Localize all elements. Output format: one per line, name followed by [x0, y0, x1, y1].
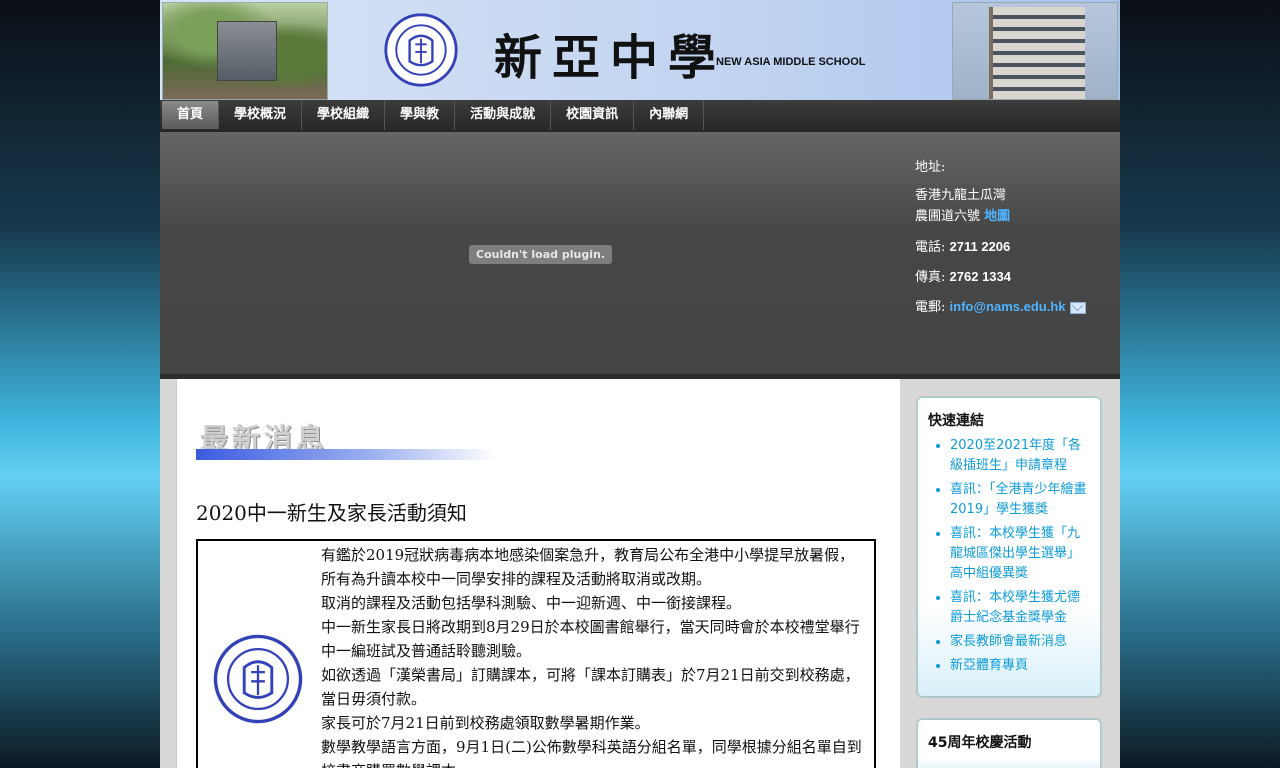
nav-item-campus-info[interactable]: 校園資訊 — [551, 100, 635, 130]
list-item: 新亞體育專頁 — [950, 656, 1090, 676]
phone-label: 電話: — [915, 240, 946, 255]
anniversary-title: 45周年校慶活動 — [928, 735, 1032, 751]
main-content: 最新消息 2020中一新生及家長活動須知 有鑑於2019冠狀病毒病本地感染個案急… — [176, 379, 900, 768]
campus-photo-left — [162, 2, 328, 100]
nav-item-activities[interactable]: 活動與成就 — [455, 100, 552, 130]
quick-link[interactable]: 新亞體育專頁 — [950, 658, 1028, 673]
anniversary-box: 45周年校慶活動 — [917, 719, 1101, 768]
post-title[interactable]: 2020中一新生及家長活動須知 — [196, 497, 467, 526]
nav-item-home[interactable]: 首頁 — [162, 101, 220, 129]
school-name-english: NEW ASIA MIDDLE SCHOOL — [716, 56, 866, 68]
address-label: 地址: — [915, 160, 946, 175]
post-paragraph: 取消的課程及活動包括學科測驗、中一迎新週、中一銜接課程。 — [321, 594, 742, 612]
post-text: 有鑑於2019冠狀病毒病本地感染個案急升，教育局公布全港中小學提早放暑假，所有為… — [321, 543, 869, 768]
list-item: 喜訊：「全港青少年繪畫2019」學生獲獎 — [950, 480, 1090, 520]
list-item: 喜訊：本校學生獲尤德爵士紀念基金獎學金 — [950, 588, 1090, 628]
school-name-chinese: 新亞中學 — [494, 30, 727, 86]
fax-number: 2762 1334 — [949, 269, 1011, 284]
address-line-2: 農圃道六號 — [915, 209, 981, 224]
section-title: 最新消息 — [196, 417, 496, 461]
post-paragraph: 中一新生家長日將改期到8月29日於本校圖書館舉行，當天同時會於本校禮堂舉行中一編… — [321, 618, 860, 660]
quick-link[interactable]: 喜訊：本校學生獲「九龍城區傑出學生選舉」高中組優異獎 — [950, 526, 1080, 581]
nav-item-intranet[interactable]: 內聯網 — [634, 100, 705, 130]
list-item: 2020至2021年度「各級插班生」申請章程 — [950, 436, 1090, 476]
list-item: 喜訊：本校學生獲「九龍城區傑出學生選舉」高中組優異獎 — [950, 524, 1090, 584]
post-paragraph: 如欲透過「漢榮書局」訂購課本，可將「課本訂購表」於7月21日前交到校務處，當日毋… — [321, 666, 860, 708]
email-link[interactable]: info@nams.edu.hk — [950, 299, 1066, 314]
post-paragraph: 數學教學語言方面，9月1日(二)公佈數學科英語分組名單，同學根據分組名單自到校書… — [321, 738, 862, 768]
post-body-box: 有鑑於2019冠狀病毒病本地感染個案急升，教育局公布全港中小學提早放暑假，所有為… — [196, 539, 876, 768]
email-label: 電郵: — [915, 300, 946, 315]
site-header: 新亞中學 NEW ASIA MIDDLE SCHOOL — [160, 0, 1120, 100]
quick-link[interactable]: 家長教師會最新消息 — [950, 634, 1067, 649]
nav-item-about[interactable]: 學校概況 — [219, 100, 303, 130]
map-link[interactable]: 地圖 — [984, 208, 1010, 223]
quick-link[interactable]: 喜訊：「全港青少年繪畫2019」學生獲獎 — [950, 482, 1087, 517]
section-title-bar — [196, 449, 496, 460]
nav-item-organization[interactable]: 學校組織 — [302, 100, 386, 130]
main-nav: 首頁 學校概況 學校組織 學與教 活動與成就 校園資訊 內聯網 — [160, 100, 1120, 132]
sidebar: 快速連結 2020至2021年度「各級插班生」申請章程 喜訊：「全港青少年繪畫2… — [917, 397, 1101, 768]
quick-links-list: 2020至2021年度「各級插班生」申請章程 喜訊：「全港青少年繪畫2019」學… — [928, 436, 1090, 676]
phone-number: 2711 2206 — [949, 239, 1011, 254]
school-crest-logo[interactable] — [382, 12, 460, 88]
list-item: 家長教師會最新消息 — [950, 632, 1090, 652]
post-paragraph: 家長可於7月21日前到校務處領取數學暑期作業。 — [321, 714, 650, 732]
contact-info: 地址: 香港九龍土瓜灣 農圃道六號 地圖 電話: 2711 2206 傳真: 2… — [915, 158, 1086, 318]
banner-area: Couldn't load plugin. 地址: 香港九龍土瓜灣 農圃道六號 … — [160, 132, 1120, 374]
nav-item-learning[interactable]: 學與教 — [385, 100, 456, 130]
school-crest-logo-post — [213, 634, 303, 724]
address-line-1: 香港九龍土瓜灣 — [915, 188, 1007, 203]
post-paragraph: 有鑑於2019冠狀病毒病本地感染個案急升，教育局公布全港中小學提早放暑假，所有為… — [321, 546, 855, 588]
quick-links-box: 快速連結 2020至2021年度「各級插班生」申請章程 喜訊：「全港青少年繪畫2… — [917, 397, 1101, 697]
quick-link[interactable]: 2020至2021年度「各級插班生」申請章程 — [950, 438, 1081, 473]
plugin-error-message: Couldn't load plugin. — [469, 245, 612, 264]
mail-icon[interactable] — [1069, 301, 1086, 314]
quick-links-title: 快速連結 — [928, 413, 984, 429]
fax-label: 傳真: — [915, 270, 946, 285]
quick-link[interactable]: 喜訊：本校學生獲尤德爵士紀念基金獎學金 — [950, 590, 1080, 625]
site-container: 新亞中學 NEW ASIA MIDDLE SCHOOL 首頁 學校概況 學校組織… — [160, 0, 1120, 768]
campus-photo-right — [952, 2, 1118, 100]
